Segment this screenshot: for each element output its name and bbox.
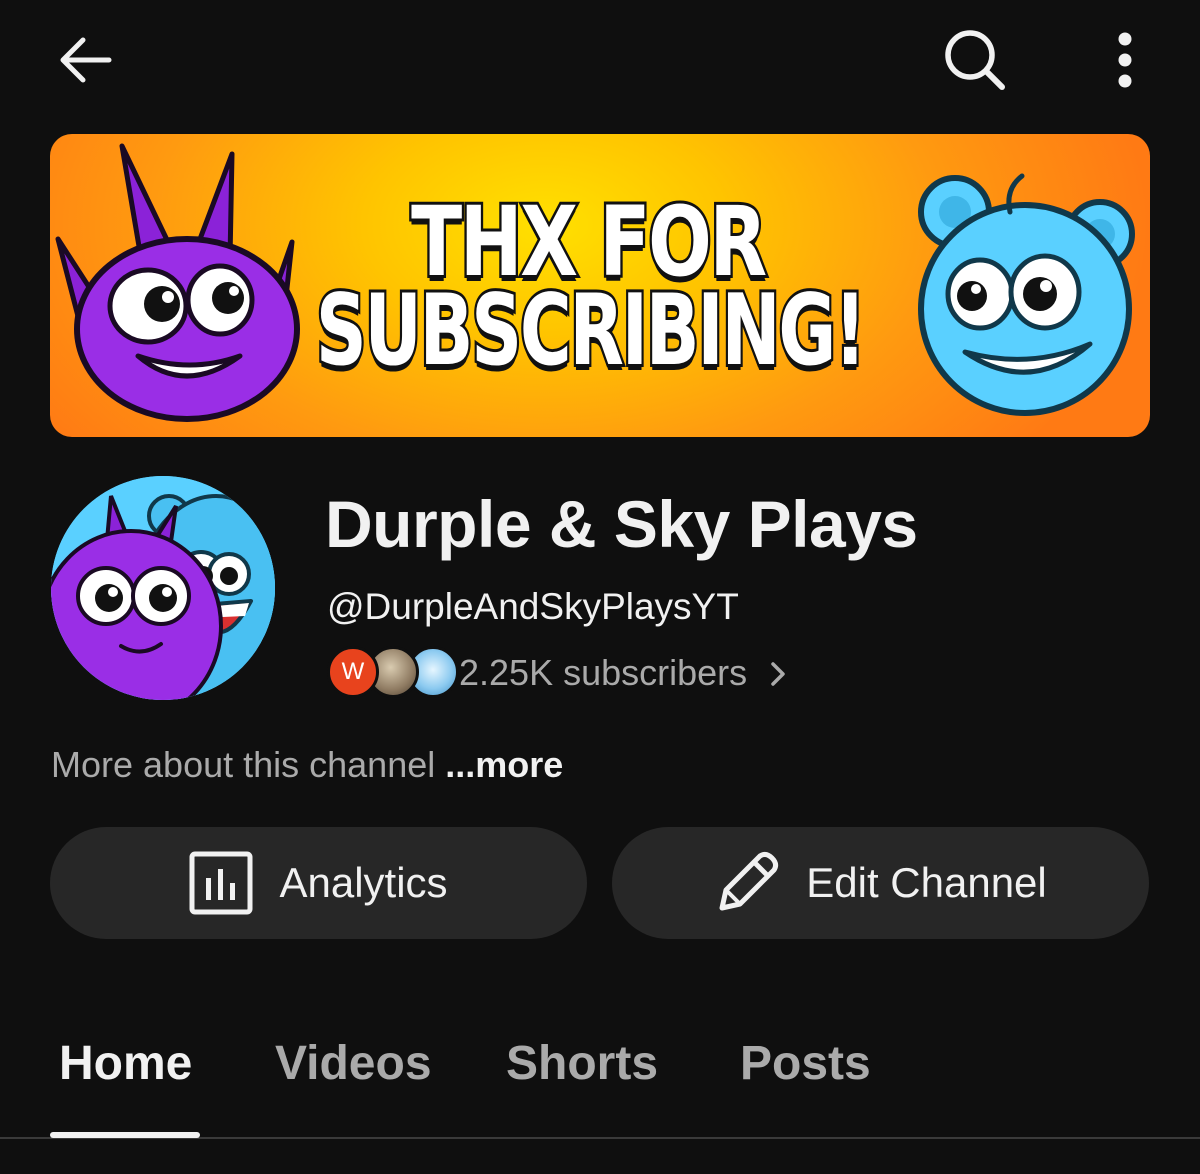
tab-shorts[interactable]: Shorts	[506, 1036, 658, 1091]
active-tab-indicator	[50, 1132, 200, 1138]
bar-chart-icon	[189, 851, 253, 915]
channel-banner: THX FOR SUBSCRIBING!	[50, 134, 1150, 437]
channel-name: Durple & Sky Plays	[325, 487, 918, 561]
analytics-label: Analytics	[279, 859, 448, 906]
edit-channel-label: Edit Channel	[806, 859, 1047, 906]
edit-channel-button[interactable]: Edit Channel	[612, 827, 1149, 939]
arrow-left-icon	[60, 37, 112, 83]
back-button[interactable]	[40, 20, 130, 100]
subscriber-avatar: W	[327, 646, 379, 698]
analytics-button[interactable]: Analytics	[50, 827, 587, 939]
search-icon	[945, 30, 1005, 90]
channel-description[interactable]: More about this channel ...more	[51, 744, 563, 786]
tab-posts[interactable]: Posts	[740, 1036, 871, 1091]
more-vertical-icon	[1118, 32, 1132, 88]
channel-avatar[interactable]	[51, 476, 275, 700]
channel-handle: @DurpleAndSkyPlaysYT	[327, 586, 739, 627]
subscribers-row[interactable]: W 2.25K subscribers	[327, 646, 807, 702]
more-options-button[interactable]	[1090, 20, 1160, 100]
banner-headline-line2: SUBSCRIBING!	[314, 271, 869, 391]
subscriber-count: 2.25K subscribers	[459, 652, 748, 693]
more-link[interactable]: ...more	[445, 744, 563, 785]
description-text: More about this channel	[51, 744, 436, 785]
chevron-right-icon	[771, 662, 785, 686]
avatar-art	[51, 476, 275, 700]
search-button[interactable]	[930, 20, 1020, 100]
tab-videos[interactable]: Videos	[275, 1036, 432, 1091]
tab-home[interactable]: Home	[59, 1036, 192, 1091]
pencil-icon	[714, 850, 780, 916]
